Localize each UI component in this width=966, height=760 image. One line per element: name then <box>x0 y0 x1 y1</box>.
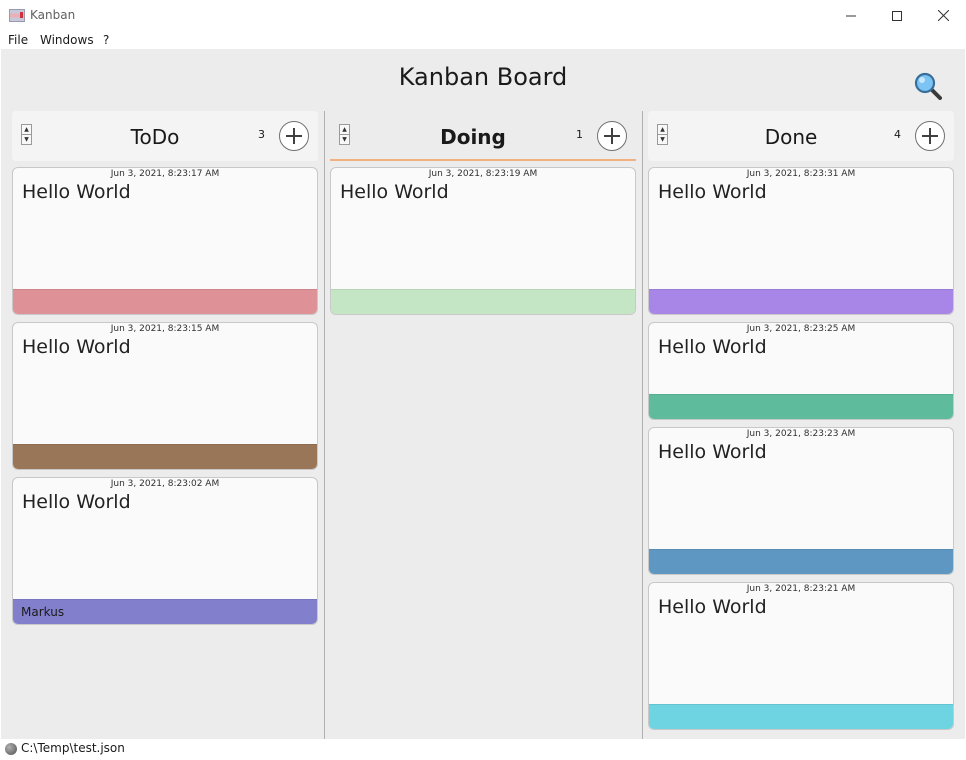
menu-bar: File Windows ? <box>0 31 966 49</box>
add-card-button[interactable] <box>915 121 945 151</box>
card-color-footer <box>649 549 953 574</box>
column-title: Done <box>764 125 818 149</box>
card-timestamp: Jun 3, 2021, 8:23:02 AM <box>110 479 220 489</box>
kanban-card[interactable]: Jun 3, 2021, 8:23:19 AM Hello World <box>330 167 636 315</box>
card-text: Hello World <box>22 181 131 203</box>
column-header: ▲ ▼ Done 4 <box>648 111 954 161</box>
add-card-button[interactable] <box>597 121 627 151</box>
minimize-icon <box>846 15 856 16</box>
column-title: Doing <box>440 125 506 149</box>
add-card-button[interactable] <box>279 121 309 151</box>
status-indicator-icon <box>5 743 17 755</box>
card-timestamp: Jun 3, 2021, 8:23:23 AM <box>746 429 856 439</box>
app-icon <box>9 9 25 22</box>
close-icon <box>937 10 949 21</box>
card-timestamp: Jun 3, 2021, 8:23:25 AM <box>746 324 856 334</box>
card-timestamp: Jun 3, 2021, 8:23:17 AM <box>110 169 220 179</box>
card-text: Hello World <box>658 441 767 463</box>
kanban-card[interactable]: Jun 3, 2021, 8:23:31 AM Hello World <box>648 167 954 315</box>
kanban-card[interactable]: Jun 3, 2021, 8:23:21 AM Hello World <box>648 582 954 730</box>
kanban-card[interactable]: Jun 3, 2021, 8:23:02 AM Hello World Markus <box>12 477 318 625</box>
card-text: Hello World <box>22 491 131 513</box>
window-title: Kanban <box>30 8 76 22</box>
column-divider[interactable] <box>642 111 643 739</box>
card-text: Hello World <box>658 181 767 203</box>
menu-windows[interactable]: Windows <box>40 33 94 47</box>
kanban-card[interactable]: Jun 3, 2021, 8:23:15 AM Hello World <box>12 322 318 470</box>
menu-file[interactable]: File <box>8 33 28 47</box>
card-color-footer <box>649 394 953 419</box>
card-text: Hello World <box>340 181 449 203</box>
column-todo: ▲ ▼ ToDo 3 Jun 3, 2021, 8:23:17 AM Hello … <box>12 111 318 625</box>
column-doing: ▲ ▼ Doing 1 Jun 3, 2021, 8:23:19 AM Hello… <box>330 111 636 315</box>
column-header: ▲ ▼ ToDo 3 <box>12 111 318 161</box>
minimize-button[interactable] <box>828 0 874 31</box>
board-title: Kanban Board <box>398 63 568 91</box>
search-icon[interactable] <box>914 72 942 100</box>
card-color-footer <box>649 704 953 729</box>
column-done: ▲ ▼ Done 4 Jun 3, 2021, 8:23:31 AM Hello … <box>648 111 954 730</box>
card-text: Hello World <box>658 336 767 358</box>
maximize-icon <box>892 10 902 21</box>
card-assignee: Markus <box>21 605 65 619</box>
file-path: C:\Temp\test.json <box>21 741 125 755</box>
card-color-footer <box>13 444 317 469</box>
card-timestamp: Jun 3, 2021, 8:23:19 AM <box>428 169 538 179</box>
column-title: ToDo <box>130 125 180 149</box>
board-area: Kanban Board ▲ ▼ ToDo 3 Jun 3, 2021, 8:2… <box>1 49 965 739</box>
card-text: Hello World <box>658 596 767 618</box>
card-color-footer <box>331 289 635 314</box>
kanban-card[interactable]: Jun 3, 2021, 8:23:17 AM Hello World <box>12 167 318 315</box>
card-timestamp: Jun 3, 2021, 8:23:31 AM <box>746 169 856 179</box>
column-header: ▲ ▼ Doing 1 <box>330 111 636 161</box>
menu-help[interactable]: ? <box>103 33 109 47</box>
maximize-button[interactable] <box>874 0 920 31</box>
column-card-count: 3 <box>258 128 265 141</box>
kanban-card[interactable]: Jun 3, 2021, 8:23:23 AM Hello World <box>648 427 954 575</box>
card-timestamp: Jun 3, 2021, 8:23:21 AM <box>746 584 856 594</box>
card-text: Hello World <box>22 336 131 358</box>
title-bar: Kanban <box>0 0 966 31</box>
column-divider[interactable] <box>324 111 325 739</box>
card-color-footer <box>649 289 953 314</box>
card-color-footer <box>13 289 317 314</box>
column-card-count: 1 <box>576 128 583 141</box>
card-color-footer: Markus <box>13 599 317 624</box>
column-card-count: 4 <box>894 128 901 141</box>
card-timestamp: Jun 3, 2021, 8:23:15 AM <box>110 324 220 334</box>
status-bar: C:\Temp\test.json <box>0 739 966 760</box>
kanban-card[interactable]: Jun 3, 2021, 8:23:25 AM Hello World <box>648 322 954 420</box>
close-button[interactable] <box>920 0 966 31</box>
